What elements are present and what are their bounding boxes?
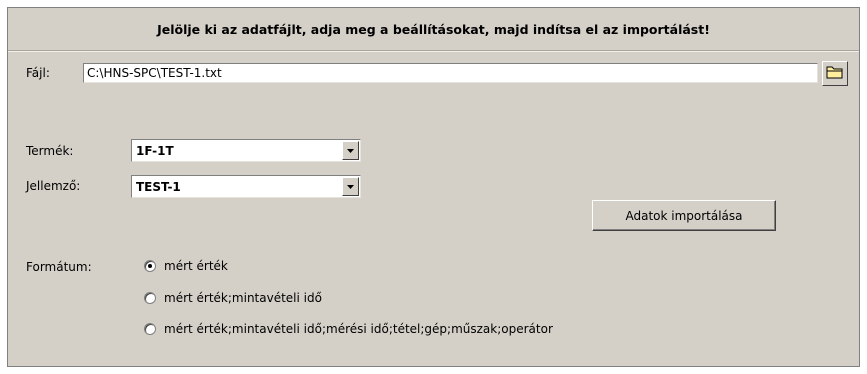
characteristic-select[interactable]: TEST-1	[131, 175, 361, 198]
format-option-measured-sample-time[interactable]: mért érték;mintavételi idő	[144, 291, 322, 305]
header-divider-highlight	[8, 51, 859, 52]
file-label: Fájl:	[26, 66, 50, 80]
import-data-button[interactable]: Adatok importálása	[592, 200, 776, 231]
radio-button[interactable]	[144, 292, 156, 304]
folder-icon	[826, 64, 844, 83]
product-select[interactable]: 1F-1T	[131, 139, 361, 162]
radio-button[interactable]	[144, 323, 156, 335]
format-option-label: mért érték	[164, 259, 228, 273]
product-label: Termék:	[26, 144, 74, 158]
format-label: Formátum:	[26, 260, 92, 274]
format-option-measured-value[interactable]: mért érték	[144, 259, 228, 273]
format-option-label: mért érték;mintavételi idő;mérési idő;té…	[164, 322, 553, 336]
format-option-label: mért érték;mintavételi idő	[164, 291, 322, 305]
format-option-full[interactable]: mért érték;mintavételi idő;mérési idő;té…	[144, 322, 553, 336]
browse-file-button[interactable]	[822, 61, 848, 86]
chevron-down-icon[interactable]	[342, 177, 359, 196]
file-path-input[interactable]: C:\HNS-SPC\TEST-1.txt	[83, 63, 818, 83]
characteristic-label: Jellemző:	[26, 179, 81, 193]
import-panel: Jelölje ki az adatfájlt, adja meg a beál…	[7, 7, 860, 367]
characteristic-selected-value: TEST-1	[136, 180, 181, 194]
instruction-header: Jelölje ki az adatfájlt, adja meg a beál…	[157, 22, 710, 37]
chevron-down-icon[interactable]	[342, 141, 359, 160]
radio-button[interactable]	[144, 260, 156, 272]
product-selected-value: 1F-1T	[136, 144, 174, 158]
